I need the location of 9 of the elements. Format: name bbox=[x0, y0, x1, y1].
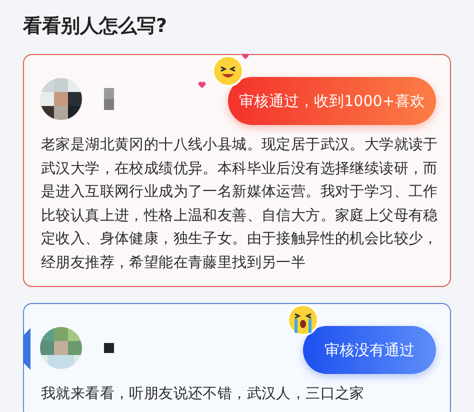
profile-text: 老家是湖北黄冈的十八线小县城。现定居于武汉。大学就读于武汉大学，在校成绩优异。本科毕业后没有选择继续读研，而是进入互联网行业成为了一名新媒体运营。我对于学习、工作比较认真上进，性格上温和友善、自信大方。家庭上父母有稳定收入、身体健康，独生子女。由于接触异性的机会比较少，经朋友推荐，希望能在青藤里找到另一半 bbox=[41, 135, 439, 272]
heart-icon bbox=[242, 53, 249, 60]
name-mosaic bbox=[104, 88, 114, 110]
review-status-badge: 审核没有通过 bbox=[303, 326, 436, 374]
profile-text: 我就来看看，听朋友说还不错，武汉人，三口之家 bbox=[41, 384, 366, 404]
review-status-badge: 审核通过，收到1000+喜欢 bbox=[228, 77, 436, 125]
section-title: 看看别人怎么写? bbox=[23, 14, 168, 39]
heart-icon bbox=[198, 81, 206, 89]
name-mosaic bbox=[104, 343, 114, 353]
